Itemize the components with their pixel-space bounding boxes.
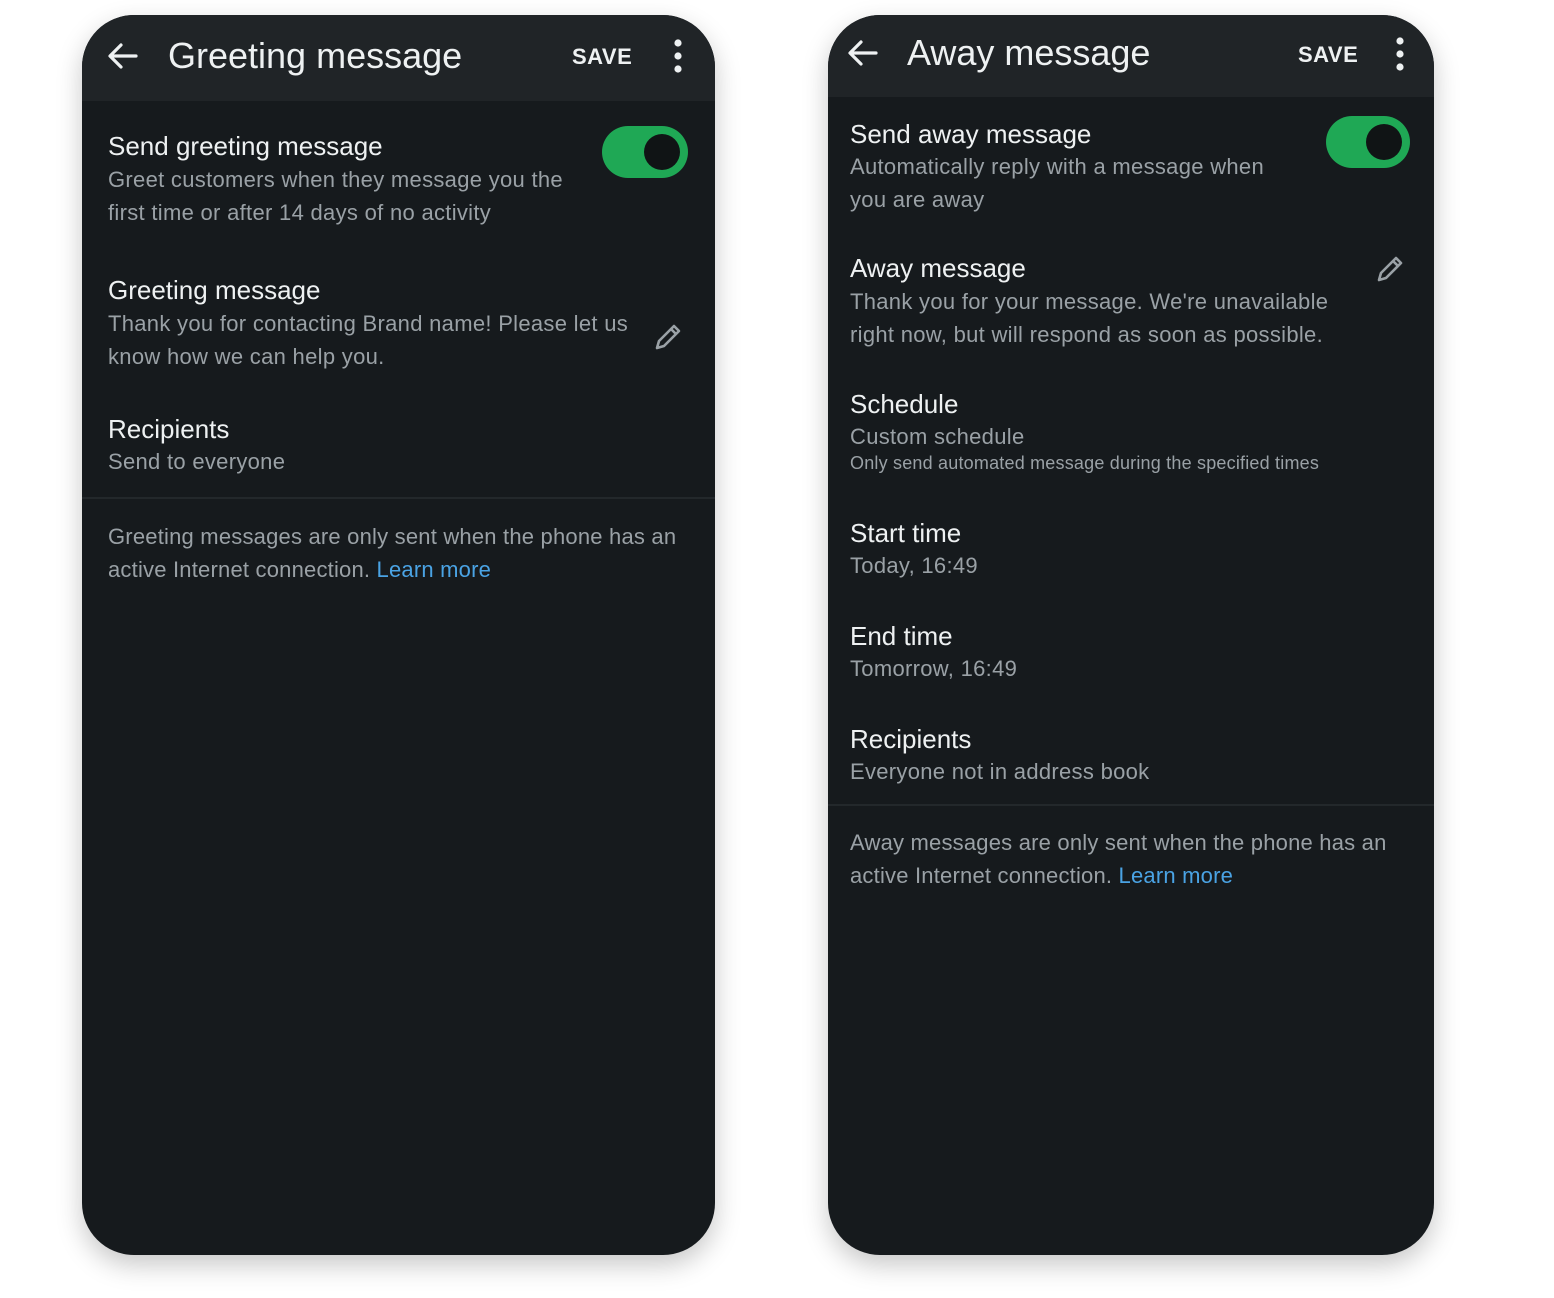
schedule-title: Schedule [850, 389, 959, 419]
pencil-icon [655, 324, 681, 350]
learn-more-link[interactable]: Learn more [377, 557, 492, 582]
app-bar: Greeting message SAVE [82, 15, 715, 101]
away-message-title: Away message [850, 253, 1026, 283]
send-greeting-subtitle: Greet customers when they message you th… [108, 167, 563, 225]
greeting-message-row[interactable]: Greeting message Thank you for contactin… [82, 273, 715, 393]
toggle-knob [1366, 124, 1402, 160]
pencil-icon [1377, 256, 1403, 282]
recipients-title: Recipients [850, 724, 972, 754]
save-button[interactable]: SAVE [572, 44, 632, 70]
arrow-left-icon [848, 40, 878, 66]
schedule-hint: Only send automated message during the s… [850, 453, 1320, 473]
more-options-button[interactable] [1388, 34, 1412, 74]
more-vertical-icon [1396, 37, 1404, 71]
divider [828, 804, 1434, 806]
page-title: Away message [907, 32, 1151, 73]
recipients-value: Everyone not in address book [850, 759, 1150, 784]
send-greeting-title: Send greeting message [108, 131, 383, 161]
arrow-left-icon [108, 43, 138, 69]
back-button[interactable] [102, 35, 144, 77]
away-message-text: Thank you for your message. We're unavai… [850, 289, 1329, 347]
start-time-title: Start time [850, 518, 962, 548]
greeting-message-title: Greeting message [108, 275, 321, 305]
more-vertical-icon [674, 39, 682, 73]
divider [82, 497, 715, 499]
end-time-title: End time [850, 621, 953, 651]
start-time-value: Today, 16:49 [850, 553, 978, 578]
send-greeting-toggle[interactable] [602, 126, 688, 178]
edit-away-button[interactable] [1372, 251, 1408, 287]
app-bar: Away message SAVE [828, 15, 1434, 97]
back-button[interactable] [842, 32, 884, 74]
send-away-row[interactable]: Send away message Automatically reply wi… [828, 115, 1434, 230]
send-away-toggle[interactable] [1326, 116, 1410, 168]
recipients-row[interactable]: Recipients Everyone not in address book [828, 721, 1434, 801]
toggle-knob [644, 134, 680, 170]
edit-greeting-button[interactable] [650, 319, 686, 355]
greeting-message-screen: Greeting message SAVE Send greeting mess… [82, 15, 715, 1255]
recipients-value: Send to everyone [108, 449, 286, 474]
end-time-row[interactable]: End time Tomorrow, 16:49 [828, 618, 1434, 698]
greeting-message-text: Thank you for contacting Brand name! Ple… [108, 311, 629, 369]
learn-more-link[interactable]: Learn more [1119, 863, 1234, 888]
recipients-title: Recipients [108, 414, 230, 444]
save-button[interactable]: SAVE [1298, 42, 1358, 68]
schedule-value: Custom schedule [850, 424, 1025, 449]
recipients-row[interactable]: Recipients Send to everyone [82, 412, 715, 492]
footer-note: Greeting messages are only sent when the… [108, 520, 698, 586]
away-message-screen: Away message SAVE Send away message Auto… [828, 15, 1434, 1255]
more-options-button[interactable] [666, 36, 690, 76]
start-time-row[interactable]: Start time Today, 16:49 [828, 515, 1434, 595]
end-time-value: Tomorrow, 16:49 [850, 656, 1018, 681]
send-greeting-row[interactable]: Send greeting message Greet customers wh… [82, 125, 715, 255]
schedule-row[interactable]: Schedule Custom schedule Only send autom… [828, 387, 1434, 487]
page-title: Greeting message [168, 35, 463, 76]
send-away-subtitle: Automatically reply with a message when … [850, 154, 1264, 212]
footer-note: Away messages are only sent when the pho… [850, 826, 1410, 892]
away-message-row[interactable]: Away message Thank you for your message.… [828, 251, 1434, 366]
send-away-title: Send away message [850, 119, 1092, 149]
